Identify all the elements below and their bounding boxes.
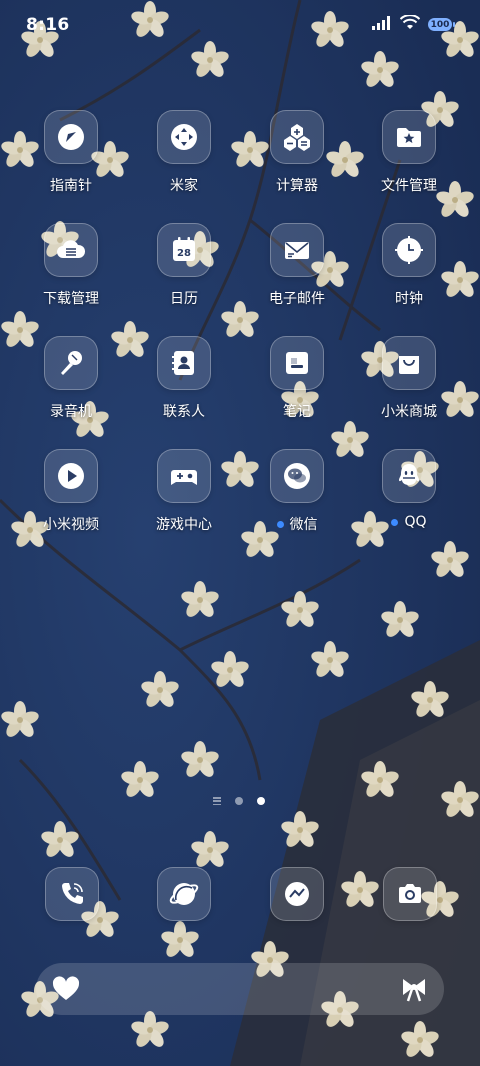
folder-star-icon bbox=[382, 110, 436, 164]
battery-icon: 100 bbox=[428, 18, 455, 31]
shopping-bag-icon bbox=[382, 336, 436, 390]
app-mijia[interactable]: 米家 bbox=[134, 110, 234, 195]
status-icons: 100 bbox=[372, 14, 455, 34]
download-cloud-icon bbox=[44, 223, 98, 277]
notification-dot bbox=[391, 518, 399, 526]
app-label: QQ bbox=[391, 514, 427, 530]
microphone-icon bbox=[44, 336, 98, 390]
app-label: 指南针 bbox=[50, 178, 92, 194]
compass-icon bbox=[44, 110, 98, 164]
calendar-day: 28 bbox=[177, 248, 191, 259]
app-label-text: 微信 bbox=[289, 517, 318, 533]
notification-dot bbox=[276, 520, 284, 528]
feed-page-icon[interactable] bbox=[213, 797, 221, 805]
app-label: 小米商城 bbox=[381, 404, 437, 420]
app-contacts[interactable]: 联系人 bbox=[134, 336, 234, 421]
page-dot-active[interactable] bbox=[257, 797, 265, 805]
app-label: 日历 bbox=[170, 291, 198, 307]
wifi-icon bbox=[399, 14, 421, 34]
contacts-icon bbox=[157, 336, 211, 390]
app-label: 游戏中心 bbox=[156, 517, 212, 533]
app-game-center[interactable]: 游戏中心 bbox=[134, 449, 234, 534]
play-icon bbox=[44, 449, 98, 503]
app-clock[interactable]: 时钟 bbox=[359, 223, 459, 308]
app-label: 下载管理 bbox=[43, 291, 99, 307]
app-label: 微信 bbox=[276, 514, 318, 534]
phone-icon[interactable] bbox=[45, 867, 99, 921]
gamepad-icon bbox=[157, 449, 211, 503]
page-dot[interactable] bbox=[235, 797, 243, 805]
app-label: 米家 bbox=[170, 178, 198, 194]
clock-icon bbox=[382, 223, 436, 277]
messages-icon[interactable] bbox=[270, 867, 324, 921]
page-indicator[interactable] bbox=[213, 797, 265, 805]
app-label: 笔记 bbox=[283, 404, 311, 420]
app-label: 时钟 bbox=[395, 291, 423, 307]
notes-icon bbox=[270, 336, 324, 390]
status-bar: 8:16 100 bbox=[0, 0, 480, 52]
bottom-bar[interactable] bbox=[36, 963, 444, 1015]
app-calendar[interactable]: 28 日历 bbox=[134, 223, 234, 308]
browser-icon[interactable] bbox=[157, 867, 211, 921]
app-label: 电子邮件 bbox=[269, 291, 325, 307]
app-mi-video[interactable]: 小米视频 bbox=[21, 449, 121, 534]
app-notes[interactable]: 笔记 bbox=[247, 336, 347, 421]
app-wechat[interactable]: 微信 bbox=[247, 449, 347, 534]
heart-icon[interactable] bbox=[50, 973, 82, 1005]
app-label: 录音机 bbox=[50, 404, 92, 420]
app-calculator[interactable]: 计算器 bbox=[247, 110, 347, 195]
wechat-icon bbox=[270, 449, 324, 503]
app-qq[interactable]: QQ bbox=[359, 449, 459, 530]
mail-icon bbox=[270, 223, 324, 277]
calculator-icon bbox=[270, 110, 324, 164]
app-file-manager[interactable]: 文件管理 bbox=[359, 110, 459, 195]
bow-icon[interactable] bbox=[398, 973, 430, 1005]
app-label: 小米视频 bbox=[43, 517, 99, 533]
app-downloads[interactable]: 下载管理 bbox=[21, 223, 121, 308]
camera-icon[interactable] bbox=[383, 867, 437, 921]
app-label: 文件管理 bbox=[381, 178, 437, 194]
mijia-icon bbox=[157, 110, 211, 164]
app-recorder[interactable]: 录音机 bbox=[21, 336, 121, 421]
signal-icon bbox=[372, 15, 392, 34]
status-time: 8:16 bbox=[26, 15, 70, 35]
app-label-text: QQ bbox=[404, 514, 427, 530]
app-label: 联系人 bbox=[163, 404, 205, 420]
app-label: 计算器 bbox=[276, 178, 318, 194]
app-email[interactable]: 电子邮件 bbox=[247, 223, 347, 308]
calendar-icon: 28 bbox=[157, 223, 211, 277]
app-mi-store[interactable]: 小米商城 bbox=[359, 336, 459, 421]
qq-icon bbox=[382, 449, 436, 503]
app-compass[interactable]: 指南针 bbox=[21, 110, 121, 195]
